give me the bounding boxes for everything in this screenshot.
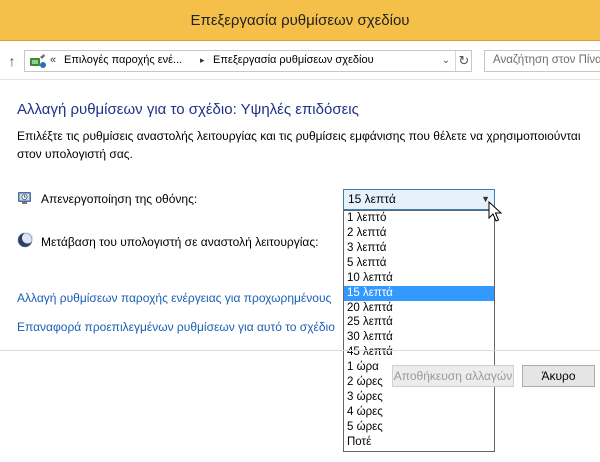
dropdown-option[interactable]: 25 λεπτά [344,315,494,330]
footer-divider [0,350,600,351]
display-off-select[interactable]: 15 λεπτά ▼ [343,189,495,210]
address-bar[interactable]: « Επιλογές παροχής ενέ... ▸ Επεξεργασία … [24,50,472,72]
refresh-icon[interactable]: ↻ [455,51,472,71]
dropdown-option[interactable]: 10 λεπτά [344,271,494,286]
moon-sleep-icon [17,232,33,248]
mouse-cursor-icon [488,201,502,222]
dropdown-option[interactable]: Ποτέ [344,435,494,450]
cancel-button[interactable]: Άκυρο [522,365,595,387]
breadcrumb-item-edit-plan[interactable]: Επεξεργασία ρυθμίσεων σχεδίου [213,54,374,66]
monitor-clock-icon [18,192,31,204]
save-button[interactable]: Αποθήκευση αλλαγών [392,365,514,387]
dropdown-option[interactable]: 15 λεπτά [344,285,494,301]
search-input[interactable]: Αναζήτηση στον Πίνακα Ελέγχου [484,50,600,72]
dropdown-option[interactable]: 3 ώρες [344,390,494,405]
dropdown-option[interactable]: 30 λεπτά [344,330,494,345]
restore-defaults-link[interactable]: Επαναφορά προεπιλεγμένων ρυθμίσεων για α… [17,320,335,334]
page-title: Αλλαγή ρυθμίσεων για το σχέδιο: Υψηλές ε… [17,101,359,118]
dropdown-option[interactable]: 3 λεπτά [344,241,494,256]
window-titlebar: Επεξεργασία ρυθμίσεων σχεδίου [0,0,600,41]
display-off-label: Απενεργοποίηση της οθόνης: [41,192,198,206]
sleep-label: Μετάβαση του υπολογιστή σε αναστολή λειτ… [41,235,319,249]
window-title: Επεξεργασία ρυθμίσεων σχεδίου [190,11,410,29]
dropdown-option[interactable]: 1 λεπτό [344,211,494,226]
advanced-settings-link[interactable]: Αλλαγή ρυθμίσεων παροχής ενέργειας για π… [17,291,331,305]
page-description: Επιλέξτε τις ρυθμίσεις αναστολής λειτουρ… [17,129,581,161]
navigation-bar: ↑ « Επιλογές παροχής ενέ... ▸ Επεξεργασί… [0,41,600,80]
dropdown-option[interactable]: 4 ώρες [344,405,494,420]
display-off-options-list[interactable]: 1 λεπτό 2 λεπτά 3 λεπτά 5 λεπτά 10 λεπτά 15 λ… [343,210,495,452]
dropdown-option[interactable]: 5 ώρες [344,420,494,435]
up-arrow-icon[interactable]: ↑ [5,53,19,69]
display-off-select-value: 15 λεπτά [348,192,396,206]
dropdown-option[interactable]: 5 λεπτά [344,256,494,271]
breadcrumb-item-power-options[interactable]: Επιλογές παροχής ενέ... [64,54,182,66]
dropdown-option[interactable]: 2 λεπτά [344,226,494,241]
breadcrumb-overflow[interactable]: « [50,54,56,66]
dropdown-option[interactable]: 20 λεπτά [344,301,494,316]
power-options-icon [30,54,46,68]
chevron-right-icon: ▸ [200,55,205,65]
chevron-down-icon[interactable]: ⌄ [438,51,454,71]
dropdown-option[interactable]: 45 λεπτά [344,345,494,360]
